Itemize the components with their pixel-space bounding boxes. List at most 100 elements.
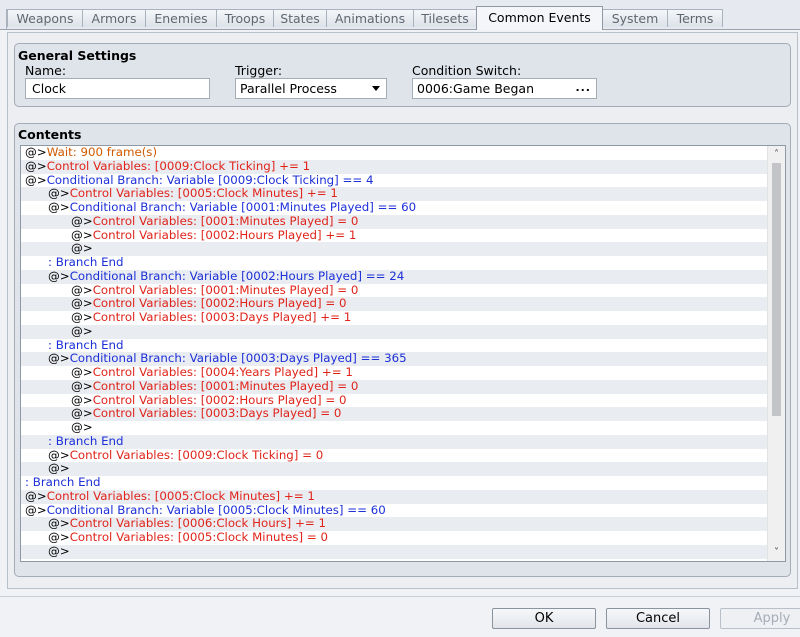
command-text: Control Variables: [0001:Minutes Played]…: [92, 283, 359, 297]
scrollbar-thumb[interactable]: [772, 163, 781, 416]
chevron-up-icon[interactable]: ˄: [768, 146, 785, 163]
command-prefix: @>: [71, 311, 93, 324]
command-prefix: @>: [71, 242, 93, 256]
command-prefix: :: [48, 434, 56, 448]
command-row[interactable]: @>Control Variables: [0004:Years Played]…: [21, 366, 785, 380]
condition-switch-value: 0006:Game Began: [417, 81, 534, 96]
command-prefix: @>: [48, 544, 70, 558]
chevron-down-icon[interactable]: ˅: [768, 544, 785, 561]
command-row[interactable]: @>Control Variables: [0006:Clock Hours] …: [21, 517, 785, 531]
command-row[interactable]: : Branch End: [21, 339, 785, 353]
event-command-list[interactable]: @>Wait: 900 frame(s) @>Control Variables:…: [20, 145, 786, 562]
tab-strip-edge: [0, 9, 7, 29]
command-row[interactable]: @>: [21, 421, 785, 435]
command-row[interactable]: @>: [21, 242, 785, 256]
command-text: Wait: 900 frame(s): [46, 146, 158, 159]
command-text: Control Variables: [0005:Clock Minutes] …: [69, 187, 338, 201]
command-row[interactable]: @>Conditional Branch: Variable [0005:Clo…: [21, 504, 785, 518]
command-row[interactable]: : Branch End: [21, 256, 785, 270]
command-text: Control Variables: [0002:Hours Played] +…: [92, 228, 357, 242]
command-prefix: @>: [71, 324, 93, 338]
command-row[interactable]: : Branch End: [21, 476, 785, 490]
condition-switch-field[interactable]: 0006:Game Began ...: [412, 78, 597, 99]
command-row[interactable]: @>Control Variables: [0009:Clock Ticking…: [21, 449, 785, 463]
command-prefix: @>: [25, 489, 47, 503]
tab-states[interactable]: States: [273, 9, 327, 27]
command-text: Branch End: [32, 476, 101, 489]
command-text: Control Variables: [0009:Clock Ticking] …: [46, 159, 311, 173]
command-prefix: @>: [48, 462, 70, 476]
command-row[interactable]: @>: [21, 324, 785, 339]
command-row[interactable]: @>Conditional Branch: Variable [0009:Clo…: [21, 174, 785, 188]
command-row[interactable]: @>Control Variables: [0003:Days Played] …: [21, 311, 785, 325]
command-prefix: :: [48, 256, 56, 269]
command-prefix: @>: [71, 228, 93, 242]
chevron-down-icon: [372, 86, 380, 91]
command-row[interactable]: @>Wait: 900 frame(s): [21, 146, 785, 160]
tab-animations[interactable]: Animations: [326, 9, 414, 27]
trigger-select[interactable]: Parallel Process: [235, 78, 387, 99]
command-row[interactable]: @>Control Variables: [0002:Hours Played]…: [21, 297, 785, 311]
command-row[interactable]: @>Control Variables: [0002:Hours Played]…: [21, 394, 785, 408]
command-prefix: @>: [25, 159, 47, 173]
command-prefix: @>: [48, 517, 70, 531]
tab-strip: Weapons Armors Enemies Troops States Animatio…: [0, 0, 800, 30]
name-label: Name:: [25, 63, 67, 78]
command-text: Control Variables: [0006:Clock Hours] +=…: [69, 517, 327, 531]
command-text: Control Variables: [0003:Days Played] +=…: [92, 311, 352, 324]
command-row[interactable]: @>Control Variables: [0005:Clock Minutes…: [21, 187, 785, 201]
command-text: Conditional Branch: Variable [0001:Minut…: [69, 201, 417, 214]
command-text: Branch End: [55, 256, 124, 269]
command-row[interactable]: @>Control Variables: [0001:Minutes Playe…: [21, 284, 785, 298]
tab-tilesets[interactable]: Tilesets: [413, 9, 477, 27]
command-row[interactable]: @>Control Variables: [0003:Days Played] …: [21, 407, 785, 421]
command-row[interactable]: @>Control Variables: [0005:Clock Minutes…: [21, 531, 785, 545]
command-row[interactable]: @>Control Variables: [0005:Clock Minutes…: [21, 489, 785, 504]
condition-switch-browse-button[interactable]: ...: [575, 78, 591, 97]
command-row[interactable]: @>Control Variables: [0001:Minutes Playe…: [21, 214, 785, 229]
tab-troops[interactable]: Troops: [216, 9, 274, 27]
command-prefix: @>: [71, 379, 93, 393]
tab-terms[interactable]: Terms: [667, 9, 723, 27]
command-prefix: @>: [48, 201, 70, 214]
cancel-button[interactable]: Cancel: [606, 608, 710, 629]
ok-button[interactable]: OK: [492, 608, 596, 629]
command-prefix: :: [25, 476, 33, 489]
tab-enemies[interactable]: Enemies: [145, 9, 217, 27]
command-prefix: @>: [48, 187, 70, 201]
command-text: Control Variables: [0003:Days Played] = …: [92, 407, 342, 421]
command-prefix: @>: [48, 448, 70, 462]
command-prefix: @>: [48, 531, 70, 544]
command-prefix: @>: [71, 214, 93, 228]
command-row[interactable]: @>: [21, 544, 785, 559]
command-prefix: @>: [71, 297, 93, 311]
command-text: Conditional Branch: Variable [0003:Days …: [69, 352, 407, 366]
command-row[interactable]: @>Control Variables: [0001:Minutes Playe…: [21, 379, 785, 394]
command-text: Control Variables: [0009:Clock Ticking] …: [69, 448, 324, 462]
tab-armors[interactable]: Armors: [82, 9, 146, 27]
command-row[interactable]: : Branch End: [21, 434, 785, 449]
tab-weapons[interactable]: Weapons: [7, 9, 83, 27]
command-text: Branch End: [55, 338, 124, 352]
command-text: Conditional Branch: Variable [0009:Clock…: [46, 173, 374, 187]
command-row[interactable]: @>Control Variables: [0002:Hours Played]…: [21, 229, 785, 243]
command-row[interactable]: @>Control Variables: [0009:Clock Ticking…: [21, 159, 785, 174]
command-text: Control Variables: [0005:Clock Minutes] …: [46, 489, 315, 503]
general-settings-title: General Settings: [18, 48, 137, 63]
command-row[interactable]: @>: [21, 462, 785, 476]
command-prefix: @>: [25, 503, 47, 517]
tab-system[interactable]: System: [602, 9, 668, 27]
command-text: Control Variables: [0001:Minutes Played]…: [92, 379, 359, 393]
name-input[interactable]: Clock: [25, 78, 210, 99]
command-text: Control Variables: [0005:Clock Minutes] …: [69, 531, 329, 544]
trigger-label: Trigger:: [235, 63, 283, 78]
vertical-scrollbar[interactable]: ˄ ˅: [767, 146, 785, 561]
command-prefix: @>: [71, 366, 93, 379]
command-row[interactable]: @>Conditional Branch: Variable [0002:Hou…: [21, 269, 785, 284]
command-row[interactable]: @>Conditional Branch: Variable [0003:Day…: [21, 352, 785, 366]
command-prefix: @>: [71, 393, 93, 407]
apply-button[interactable]: Apply: [720, 608, 800, 629]
command-prefix: @>: [71, 407, 93, 421]
command-row[interactable]: @>Conditional Branch: Variable [0001:Min…: [21, 201, 785, 215]
tab-common-events[interactable]: Common Events: [476, 6, 603, 30]
